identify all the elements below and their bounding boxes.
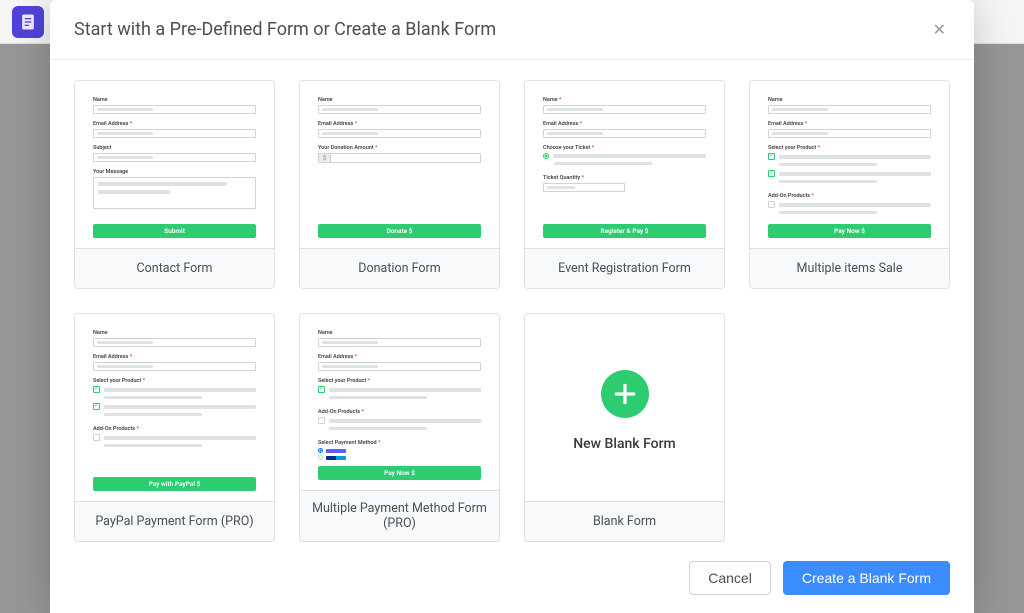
app-logo bbox=[12, 6, 44, 38]
mini-field-label: Name bbox=[318, 330, 481, 336]
mini-field-label: Add-On Products bbox=[768, 193, 931, 199]
radio-icon bbox=[543, 153, 549, 159]
mini-submit-button: Submit bbox=[93, 224, 256, 238]
mini-input bbox=[543, 129, 706, 138]
plus-icon bbox=[601, 370, 649, 418]
paypal-logo bbox=[326, 456, 346, 460]
mini-input bbox=[93, 338, 256, 347]
template-grid: Name Email Address Subject Your Message … bbox=[74, 80, 950, 542]
mini-submit-button: Pay Now $ bbox=[318, 466, 481, 480]
mini-input bbox=[318, 338, 481, 347]
mini-field-label: Ticket Quantity bbox=[543, 175, 706, 181]
template-picker-modal: Start with a Pre-Defined Form or Create … bbox=[50, 0, 974, 613]
mini-field-label: Email Address bbox=[768, 121, 931, 127]
mini-textarea bbox=[93, 177, 256, 209]
mini-field-label: Choose your Ticket bbox=[543, 145, 706, 151]
mini-input bbox=[318, 129, 481, 138]
modal-title: Start with a Pre-Defined Form or Create … bbox=[74, 19, 496, 40]
template-title: Donation Form bbox=[300, 248, 499, 288]
currency-symbol: $ bbox=[318, 153, 330, 163]
template-card-contact[interactable]: Name Email Address Subject Your Message … bbox=[74, 80, 275, 289]
mini-input bbox=[93, 105, 256, 114]
mini-field-label: Your Message bbox=[93, 169, 256, 175]
mini-field-label: Your Donation Amount bbox=[318, 145, 481, 151]
mini-field-label: Name bbox=[768, 97, 931, 103]
mini-field-label: Name bbox=[543, 97, 706, 103]
mini-field-label: Email Address bbox=[318, 121, 481, 127]
close-icon[interactable]: ✕ bbox=[929, 16, 950, 43]
create-blank-form-button[interactable]: Create a Blank Form bbox=[783, 561, 950, 595]
mini-field-label: Select your Product bbox=[318, 378, 481, 384]
mini-input bbox=[330, 153, 481, 163]
template-title: Blank Form bbox=[525, 501, 724, 541]
mini-field-label: Name bbox=[318, 97, 481, 103]
template-preview: Name Email Address Subject Your Message … bbox=[75, 81, 274, 248]
template-title: Multiple Payment Method Form (PRO) bbox=[300, 490, 499, 541]
mini-field-label: Select your Product bbox=[93, 378, 256, 384]
template-preview: New Blank Form bbox=[525, 314, 724, 501]
template-title: Multiple items Sale bbox=[750, 248, 949, 288]
mini-field-label: Email Address bbox=[318, 354, 481, 360]
mini-input bbox=[768, 129, 931, 138]
mini-field-label: Name bbox=[93, 97, 256, 103]
modal-footer: Cancel Create a Blank Form bbox=[50, 547, 974, 613]
mini-field-label: Email Address bbox=[93, 354, 256, 360]
mini-submit-button: Donate $ bbox=[318, 224, 481, 238]
modal-header: Start with a Pre-Defined Form or Create … bbox=[50, 0, 974, 60]
mini-field-label: Name bbox=[93, 330, 256, 336]
mini-field-label: Subject bbox=[93, 145, 256, 151]
template-card-multiple-items-sale[interactable]: Name Email Address Select your Product A… bbox=[749, 80, 950, 289]
mini-submit-button: Pay with PayPal $ bbox=[93, 477, 256, 491]
template-card-donation[interactable]: Name Email Address Your Donation Amount … bbox=[299, 80, 500, 289]
checkbox-icon bbox=[93, 434, 100, 441]
mini-submit-button: Pay Now $ bbox=[768, 224, 931, 238]
mini-field-label: Select your Product bbox=[768, 145, 931, 151]
mini-submit-button: Register & Pay $ bbox=[543, 224, 706, 238]
checkbox-icon bbox=[93, 403, 100, 410]
mini-input bbox=[543, 105, 706, 114]
template-preview: Name Email Address Choose your Ticket Ti… bbox=[525, 81, 724, 248]
mini-field-label: Add-On Products bbox=[318, 409, 481, 415]
mini-input bbox=[318, 362, 481, 371]
checkbox-icon bbox=[318, 417, 325, 424]
template-preview: Name Email Address Your Donation Amount … bbox=[300, 81, 499, 248]
mini-money-input: $ bbox=[318, 153, 481, 163]
cancel-button[interactable]: Cancel bbox=[689, 561, 771, 595]
radio-icon bbox=[318, 448, 323, 453]
template-preview: Name Email Address Select your Product A… bbox=[75, 314, 274, 501]
mini-input bbox=[318, 105, 481, 114]
mini-input bbox=[768, 105, 931, 114]
checkbox-icon bbox=[768, 201, 775, 208]
mini-field-label: Email Address bbox=[543, 121, 706, 127]
template-card-event-registration[interactable]: Name Email Address Choose your Ticket Ti… bbox=[524, 80, 725, 289]
checkbox-icon bbox=[318, 386, 325, 393]
template-preview: Name Email Address Select your Product A… bbox=[750, 81, 949, 248]
template-title: PayPal Payment Form (PRO) bbox=[75, 501, 274, 541]
template-card-paypal-payment-pro[interactable]: Name Email Address Select your Product A… bbox=[74, 313, 275, 542]
checkbox-icon bbox=[768, 153, 775, 160]
template-title: Contact Form bbox=[75, 248, 274, 288]
blank-form-label: New Blank Form bbox=[573, 436, 675, 452]
template-card-multiple-payment-method-pro[interactable]: Name Email Address Select your Product A… bbox=[299, 313, 500, 542]
checkbox-icon bbox=[93, 386, 100, 393]
checkbox-icon bbox=[768, 170, 775, 177]
mini-input bbox=[93, 362, 256, 371]
template-preview: Name Email Address Select your Product A… bbox=[300, 314, 499, 490]
modal-body: Name Email Address Subject Your Message … bbox=[50, 60, 974, 547]
template-title: Event Registration Form bbox=[525, 248, 724, 288]
template-card-blank[interactable]: New Blank Form Blank Form bbox=[524, 313, 725, 542]
stripe-logo bbox=[326, 449, 346, 453]
mini-field-label: Select Payment Method bbox=[318, 440, 481, 446]
mini-field-label: Email Address bbox=[93, 121, 256, 127]
mini-input bbox=[543, 183, 625, 192]
mini-input bbox=[93, 129, 256, 138]
radio-icon bbox=[318, 455, 323, 460]
mini-field-label: Add-On Products bbox=[93, 426, 256, 432]
mini-input bbox=[93, 153, 256, 162]
